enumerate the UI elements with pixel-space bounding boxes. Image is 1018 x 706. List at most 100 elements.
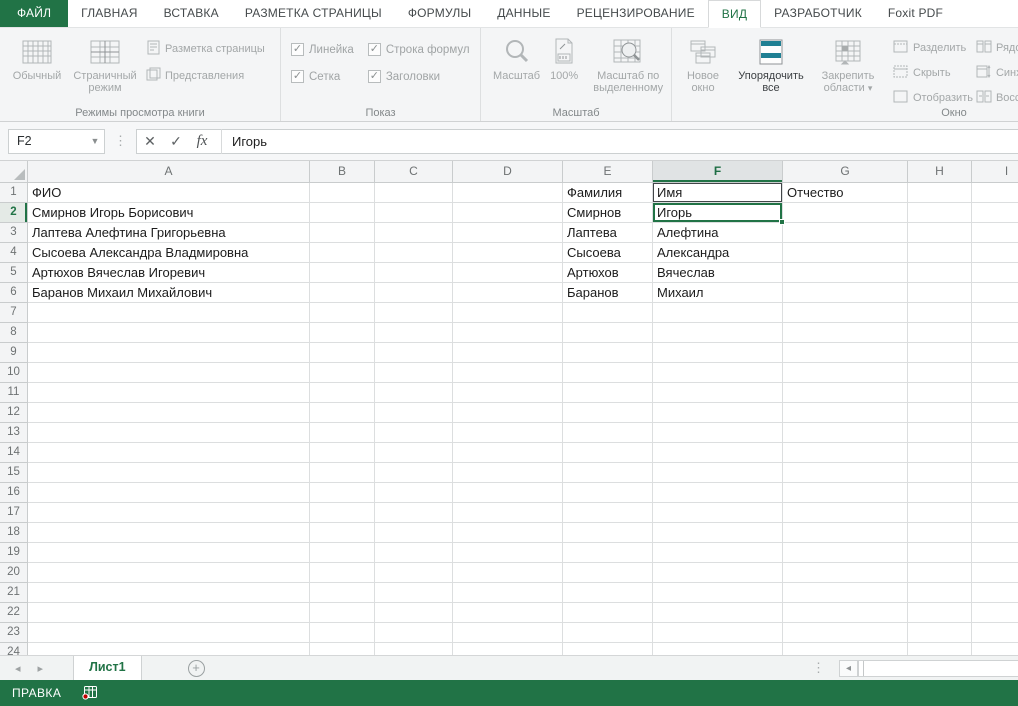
- cell-F16[interactable]: [653, 483, 783, 503]
- cell-I8[interactable]: [972, 323, 1018, 343]
- cell-A5[interactable]: Артюхов Вячеслав Игоревич: [28, 263, 310, 283]
- cell-H10[interactable]: [908, 363, 972, 383]
- cell-F1[interactable]: Имя: [653, 183, 783, 203]
- cell-I18[interactable]: [972, 523, 1018, 543]
- column-header-D[interactable]: D: [453, 161, 563, 183]
- cell-I2[interactable]: [972, 203, 1018, 223]
- cell-I23[interactable]: [972, 623, 1018, 643]
- cell-B23[interactable]: [310, 623, 375, 643]
- row-header-16[interactable]: 16: [0, 483, 28, 503]
- cell-G3[interactable]: [783, 223, 908, 243]
- cell-A12[interactable]: [28, 403, 310, 423]
- cell-B21[interactable]: [310, 583, 375, 603]
- arrange-all-button[interactable]: Упорядочить все: [731, 32, 811, 96]
- cell-G21[interactable]: [783, 583, 908, 603]
- zoom-100-button[interactable]: 100%: [546, 32, 582, 84]
- cell-F19[interactable]: [653, 543, 783, 563]
- cell-G20[interactable]: [783, 563, 908, 583]
- cell-I9[interactable]: [972, 343, 1018, 363]
- cell-A4[interactable]: Сысоева Александра Владмировна: [28, 243, 310, 263]
- cell-B22[interactable]: [310, 603, 375, 623]
- gridlines-checkbox[interactable]: ✓ Сетка: [291, 70, 354, 83]
- cell-C22[interactable]: [375, 603, 453, 623]
- cell-H16[interactable]: [908, 483, 972, 503]
- cell-A15[interactable]: [28, 463, 310, 483]
- cell-H13[interactable]: [908, 423, 972, 443]
- cell-C13[interactable]: [375, 423, 453, 443]
- cell-I12[interactable]: [972, 403, 1018, 423]
- row-header-13[interactable]: 13: [0, 423, 28, 443]
- cell-C7[interactable]: [375, 303, 453, 323]
- cell-B19[interactable]: [310, 543, 375, 563]
- cell-B13[interactable]: [310, 423, 375, 443]
- cell-C18[interactable]: [375, 523, 453, 543]
- cell-F3[interactable]: Алефтина: [653, 223, 783, 243]
- cell-D10[interactable]: [453, 363, 563, 383]
- cell-H22[interactable]: [908, 603, 972, 623]
- cell-H7[interactable]: [908, 303, 972, 323]
- cell-F15[interactable]: [653, 463, 783, 483]
- name-box-dropdown-icon[interactable]: ▼: [86, 136, 104, 146]
- cell-I21[interactable]: [972, 583, 1018, 603]
- cell-B14[interactable]: [310, 443, 375, 463]
- cell-F6[interactable]: Михаил: [653, 283, 783, 303]
- cell-G4[interactable]: [783, 243, 908, 263]
- cell-B12[interactable]: [310, 403, 375, 423]
- cell-H24[interactable]: [908, 643, 972, 655]
- cell-H4[interactable]: [908, 243, 972, 263]
- ruler-checkbox[interactable]: ✓ Линейка: [291, 43, 354, 56]
- cell-G18[interactable]: [783, 523, 908, 543]
- cell-D24[interactable]: [453, 643, 563, 655]
- cell-E17[interactable]: [563, 503, 653, 523]
- cell-B3[interactable]: [310, 223, 375, 243]
- cell-C4[interactable]: [375, 243, 453, 263]
- cell-A21[interactable]: [28, 583, 310, 603]
- cell-E23[interactable]: [563, 623, 653, 643]
- cell-G11[interactable]: [783, 383, 908, 403]
- cell-I22[interactable]: [972, 603, 1018, 623]
- row-header-7[interactable]: 7: [0, 303, 28, 323]
- cell-I3[interactable]: [972, 223, 1018, 243]
- cell-D5[interactable]: [453, 263, 563, 283]
- column-header-E[interactable]: E: [563, 161, 653, 183]
- page-break-preview-button[interactable]: Страничный режим: [68, 32, 142, 96]
- cell-H1[interactable]: [908, 183, 972, 203]
- cell-F20[interactable]: [653, 563, 783, 583]
- cell-B10[interactable]: [310, 363, 375, 383]
- cell-D17[interactable]: [453, 503, 563, 523]
- cell-C11[interactable]: [375, 383, 453, 403]
- headings-checkbox[interactable]: ✓ Заголовки: [368, 70, 470, 83]
- cell-A19[interactable]: [28, 543, 310, 563]
- cell-B15[interactable]: [310, 463, 375, 483]
- column-header-A[interactable]: A: [28, 161, 310, 183]
- reset-window-position-button[interactable]: Восстан: [976, 90, 1018, 106]
- cell-I10[interactable]: [972, 363, 1018, 383]
- cell-E15[interactable]: [563, 463, 653, 483]
- cell-B18[interactable]: [310, 523, 375, 543]
- cell-A9[interactable]: [28, 343, 310, 363]
- synchronous-scrolling-button[interactable]: Синхро: [976, 65, 1018, 81]
- cell-B16[interactable]: [310, 483, 375, 503]
- cell-D1[interactable]: [453, 183, 563, 203]
- cell-A13[interactable]: [28, 423, 310, 443]
- cell-G1[interactable]: Отчество: [783, 183, 908, 203]
- cell-G19[interactable]: [783, 543, 908, 563]
- cell-E3[interactable]: Лаптева: [563, 223, 653, 243]
- column-header-G[interactable]: G: [783, 161, 908, 183]
- cell-H23[interactable]: [908, 623, 972, 643]
- cell-B7[interactable]: [310, 303, 375, 323]
- enter-icon[interactable]: ✓: [163, 133, 189, 150]
- cell-C19[interactable]: [375, 543, 453, 563]
- cell-C2[interactable]: [375, 203, 453, 223]
- row-header-15[interactable]: 15: [0, 463, 28, 483]
- cell-F18[interactable]: [653, 523, 783, 543]
- tab-review[interactable]: РЕЦЕНЗИРОВАНИЕ: [564, 0, 708, 27]
- cell-C15[interactable]: [375, 463, 453, 483]
- unhide-button[interactable]: Отобразить: [893, 90, 973, 106]
- cell-B1[interactable]: [310, 183, 375, 203]
- cell-F13[interactable]: [653, 423, 783, 443]
- row-header-17[interactable]: 17: [0, 503, 28, 523]
- cell-B2[interactable]: [310, 203, 375, 223]
- cell-G24[interactable]: [783, 643, 908, 655]
- cell-F10[interactable]: [653, 363, 783, 383]
